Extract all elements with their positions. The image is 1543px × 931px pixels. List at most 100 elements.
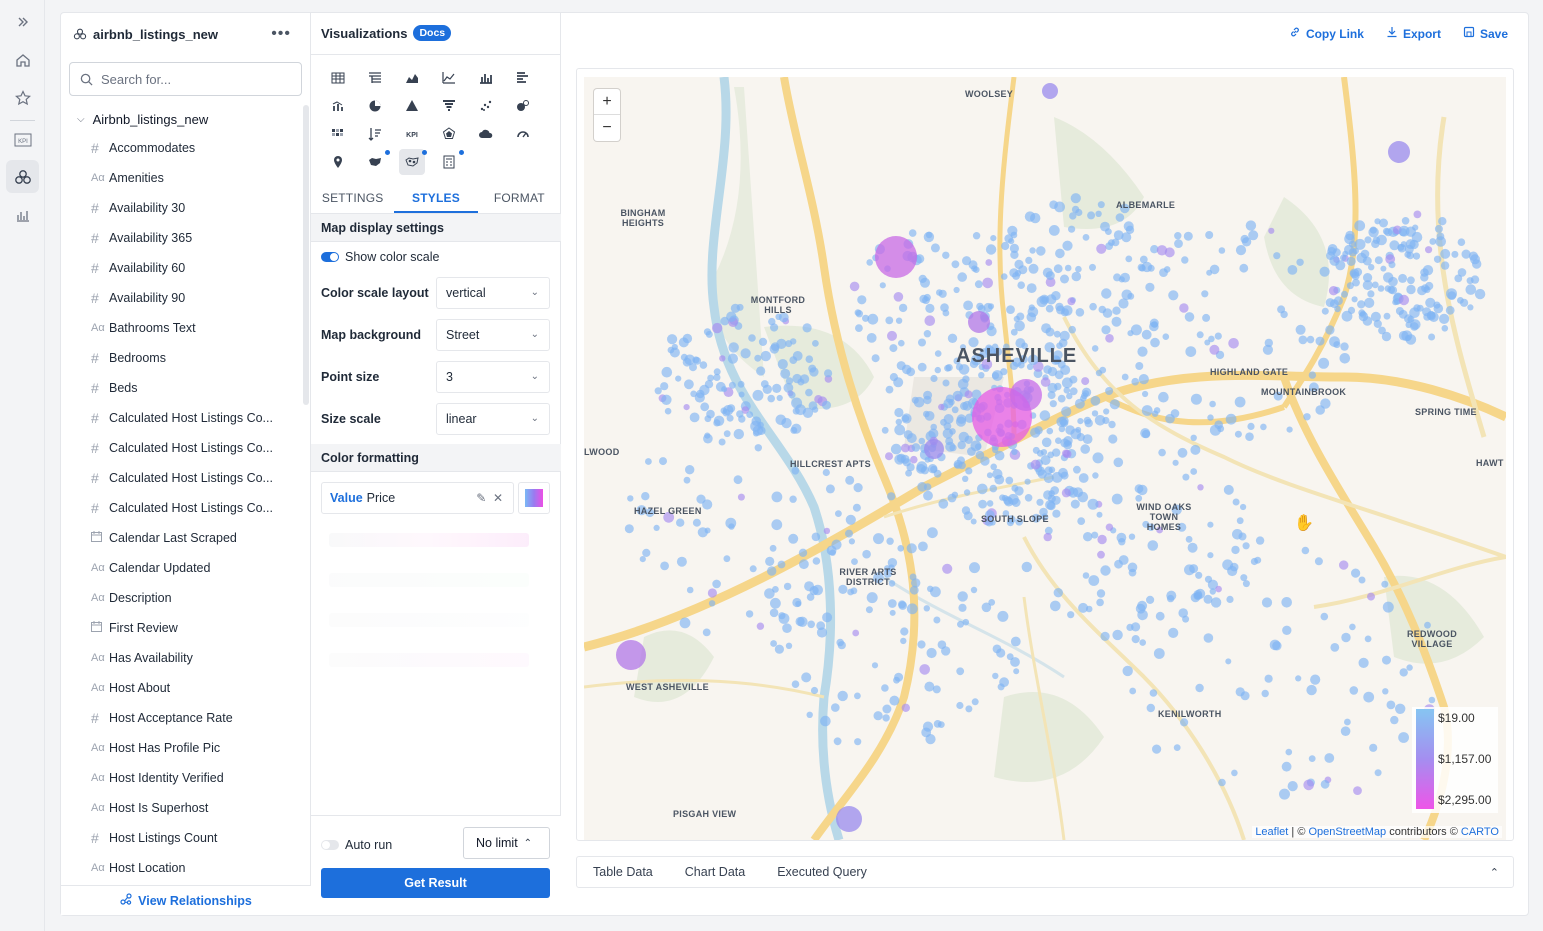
listing-point[interactable] [1325,325,1335,335]
listing-point[interactable] [1135,362,1144,370]
listing-point[interactable] [1182,473,1190,481]
listing-point[interactable] [1177,447,1188,458]
listing-point-large[interactable] [616,640,646,670]
listing-point[interactable] [1096,598,1104,607]
listing-point[interactable] [922,721,934,732]
listing-point[interactable] [1310,674,1321,685]
listing-point[interactable] [1197,484,1204,491]
listing-point[interactable] [922,296,930,305]
listing-point-large[interactable] [1010,379,1042,411]
listing-point[interactable] [1327,246,1336,256]
listing-point[interactable] [1095,210,1102,217]
listing-point[interactable] [1406,251,1414,260]
listing-point[interactable] [918,541,928,552]
listing-point[interactable] [1341,290,1348,298]
listing-point[interactable] [990,235,997,242]
listing-point[interactable] [1377,285,1385,292]
listing-point[interactable] [1046,294,1057,305]
listing-point[interactable] [1398,732,1409,743]
listing-point[interactable] [783,582,792,591]
listing-point[interactable] [1109,399,1120,410]
listing-point[interactable] [944,364,952,372]
listing-point[interactable] [1457,238,1466,246]
listing-point[interactable] [845,529,853,538]
listing-point[interactable] [833,737,842,746]
listing-point[interactable] [1433,301,1441,309]
listing-point[interactable] [802,323,812,333]
listing-point[interactable] [1346,256,1356,266]
listing-point[interactable] [1045,304,1054,313]
listing-point[interactable] [733,428,744,440]
listing-point[interactable] [1145,282,1155,292]
listing-point[interactable] [1368,227,1379,238]
field-item[interactable]: # Availability 30 [91,193,303,223]
listing-point[interactable] [1401,217,1410,225]
listing-point[interactable] [957,440,966,450]
listing-point[interactable] [1084,419,1093,428]
listing-point[interactable] [1184,312,1195,322]
listing-point[interactable] [1102,416,1110,425]
listing-point[interactable] [897,545,904,552]
listing-point[interactable] [1017,281,1025,289]
listing-point[interactable] [956,414,967,424]
listing-point[interactable] [1319,266,1330,277]
listing-point[interactable] [1087,498,1099,510]
field-item[interactable]: Aα Host Is Superhost [91,793,303,823]
listing-point[interactable] [942,563,953,574]
listing-point[interactable] [1235,687,1245,697]
listing-point[interactable] [1092,452,1104,464]
listing-point[interactable] [1058,425,1066,433]
listing-point[interactable] [1101,325,1111,335]
listing-point[interactable] [788,391,796,399]
listing-point[interactable] [866,333,877,343]
listing-point[interactable] [675,375,682,382]
listing-point[interactable] [1364,635,1372,643]
listing-point[interactable] [1382,655,1391,665]
save-button[interactable]: Save [1463,26,1508,41]
listing-point[interactable] [1306,335,1315,344]
field-item[interactable]: # Beds [91,373,303,403]
listing-point[interactable] [930,374,938,383]
docs-badge[interactable]: Docs [413,25,452,41]
listing-point[interactable] [952,390,963,401]
listing-point[interactable] [885,452,893,461]
listing-point[interactable] [1328,286,1339,296]
listing-point[interactable] [740,348,751,359]
listing-point[interactable] [1141,405,1153,416]
pie-chart-icon[interactable] [362,93,388,119]
listing-point[interactable] [1248,230,1259,241]
listing-point[interactable] [989,484,998,493]
listing-point[interactable] [1047,366,1058,377]
listing-point[interactable] [1030,459,1041,470]
chevron-up-icon[interactable]: ⌃ [1490,866,1499,879]
listing-point[interactable] [805,355,814,364]
listing-point[interactable] [707,374,714,382]
listing-point[interactable] [1150,337,1160,348]
listing-point[interactable] [1091,345,1099,352]
listing-point[interactable] [1285,748,1293,756]
listing-point[interactable] [926,647,937,659]
tab-chart-data[interactable]: Chart Data [685,865,745,879]
listing-point[interactable] [1412,252,1421,260]
listing-point[interactable] [772,383,782,393]
listing-point[interactable] [1395,703,1406,714]
listing-point[interactable] [829,549,836,556]
listing-point[interactable] [752,389,764,401]
listing-point[interactable] [1137,484,1148,496]
listing-point[interactable] [1226,595,1234,604]
listing-point[interactable] [1351,296,1358,303]
listing-point[interactable] [791,397,803,409]
listing-point[interactable] [1168,290,1179,301]
listing-point[interactable] [661,394,672,405]
listing-point[interactable] [1388,286,1398,295]
listing-point[interactable] [927,585,934,592]
listing-point[interactable] [692,518,701,527]
listing-point[interactable] [1245,220,1257,231]
listing-point[interactable] [1341,632,1351,643]
listing-point[interactable] [1127,292,1135,300]
listing-point[interactable] [1075,426,1082,433]
listing-point[interactable] [1209,588,1216,595]
listing-point[interactable] [896,453,906,463]
listing-point[interactable] [1075,265,1082,273]
listing-point[interactable] [965,467,973,475]
